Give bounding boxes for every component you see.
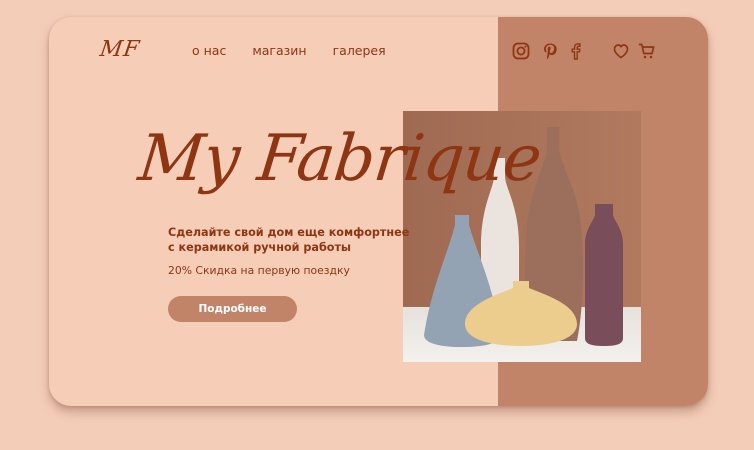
- hero-subtitle-line2: с керамикой ручной работы: [168, 241, 352, 254]
- landing-card: MF о нас магазин галерея My Fabrique Сде…: [49, 17, 708, 406]
- logo[interactable]: MF: [98, 37, 141, 62]
- header-icons: [512, 42, 656, 60]
- cart-icon[interactable]: [638, 42, 656, 60]
- pinterest-icon[interactable]: [541, 42, 559, 60]
- nav-item-shop[interactable]: магазин: [252, 43, 306, 58]
- facebook-icon[interactable]: [567, 42, 585, 60]
- nav-item-gallery[interactable]: галерея: [333, 43, 386, 58]
- hero-subtitle: Сделайте свой дом еще комфортнее с керам…: [168, 225, 418, 255]
- hero-title: My Fabrique: [135, 122, 545, 196]
- more-button[interactable]: Подробнее: [168, 296, 297, 322]
- main-nav: о нас магазин галерея: [192, 43, 386, 58]
- heart-icon[interactable]: [612, 42, 630, 60]
- nav-item-about[interactable]: о нас: [192, 43, 226, 58]
- instagram-icon[interactable]: [512, 42, 530, 60]
- discount-text: 20% Скидка на первую поездку: [168, 264, 350, 277]
- hero-subtitle-line1: Сделайте свой дом еще комфортнее: [168, 226, 410, 239]
